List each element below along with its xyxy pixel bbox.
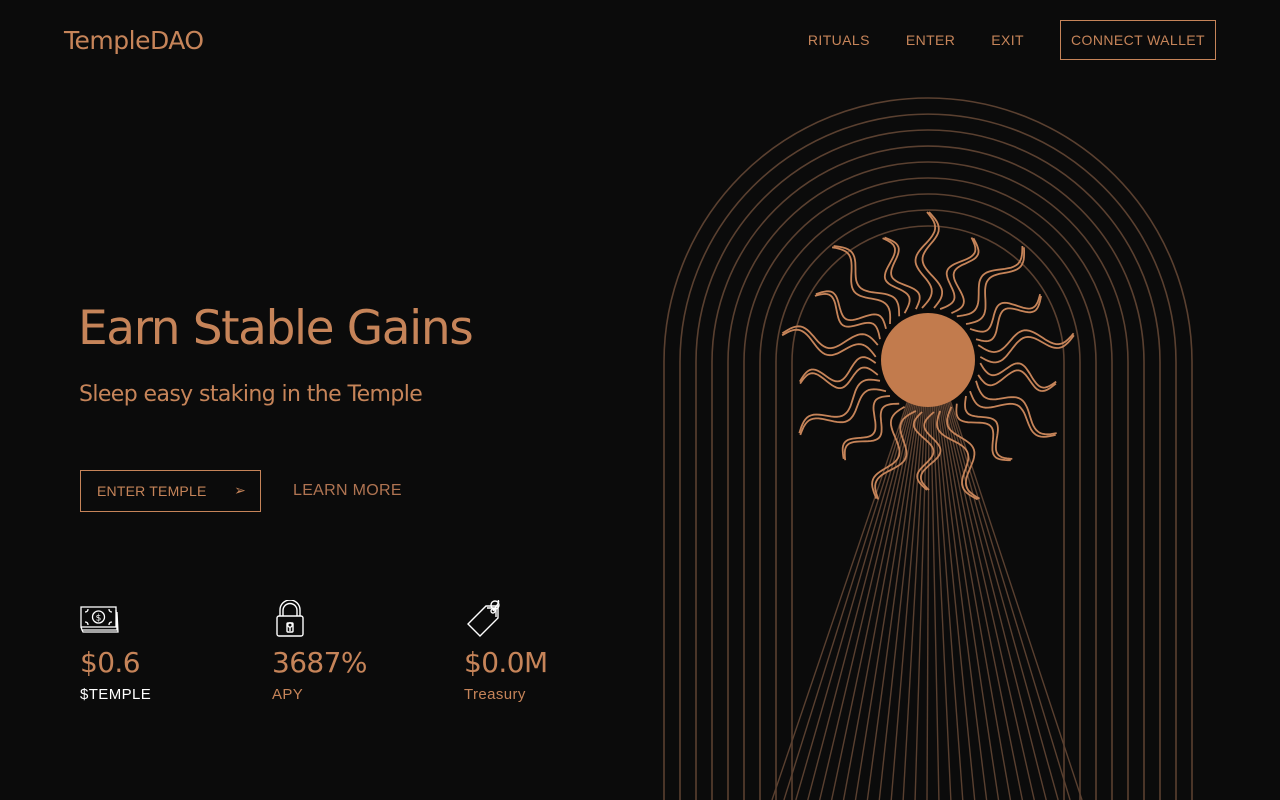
beam-line <box>914 399 929 800</box>
stat-value: $0.6 <box>80 646 141 679</box>
stat-value: 3687% <box>272 646 367 679</box>
top-nav: RITUALS ENTER EXIT CONNECT WALLET <box>808 19 1216 61</box>
sun-ray <box>956 245 1024 318</box>
sun-ray <box>799 356 877 383</box>
price-tag-icon <box>467 600 500 637</box>
beam-line <box>783 399 911 800</box>
stat-label: $TEMPLE <box>80 686 152 703</box>
stat-temple-price: $ $0.6 $TEMPLE <box>80 600 240 706</box>
beam-line <box>949 399 1083 800</box>
beam-line <box>944 399 1047 800</box>
arrow-right-icon: ➢ <box>234 482 246 498</box>
money-icon: $ <box>80 606 119 633</box>
sun-ray <box>814 292 881 340</box>
sun-ray <box>951 237 980 315</box>
sun-ray <box>799 366 879 389</box>
sun-ray <box>969 390 1056 438</box>
sun-ray <box>882 237 911 314</box>
enter-temple-button[interactable]: ENTER TEMPLE ➢ <box>80 470 261 512</box>
hero-title: Earn Stable Gains <box>78 301 474 356</box>
sun-ray <box>815 290 887 330</box>
sun-ray <box>939 237 977 310</box>
stat-apy: 3687% APY <box>272 600 432 706</box>
stat-label: Treasury <box>464 686 526 703</box>
hero-subtitle: Sleep easy staking in the Temple <box>79 382 423 407</box>
lock-icon <box>276 600 304 637</box>
sun-ray <box>979 362 1057 389</box>
sun-arch-illustration <box>663 97 1193 800</box>
sun-ray <box>884 236 921 310</box>
sun-ray <box>833 245 901 317</box>
nav-link-exit[interactable]: EXIT <box>991 32 1024 48</box>
temple-landing-page: TempleDAO RITUALS ENTER EXIT CONNECT WAL… <box>0 0 1280 800</box>
sun-ray <box>977 329 1075 354</box>
learn-more-link[interactable]: LEARN MORE <box>293 481 402 501</box>
stat-value: $0.0M <box>464 646 548 679</box>
sun-ray <box>979 334 1075 364</box>
nav-link-enter[interactable]: ENTER <box>906 32 955 48</box>
beam-line <box>936 399 988 800</box>
sun-ray <box>871 406 906 500</box>
connect-wallet-button[interactable]: CONNECT WALLET <box>1060 20 1216 60</box>
stat-label: APY <box>272 686 304 703</box>
stat-treasury: $0.0M Treasury <box>464 600 624 706</box>
nav-link-rituals[interactable]: RITUALS <box>808 32 870 48</box>
logo[interactable]: TempleDAO <box>64 24 204 58</box>
enter-temple-label: ENTER TEMPLE <box>97 483 207 499</box>
sun-ray <box>964 395 1013 460</box>
svg-text:$: $ <box>96 614 102 624</box>
